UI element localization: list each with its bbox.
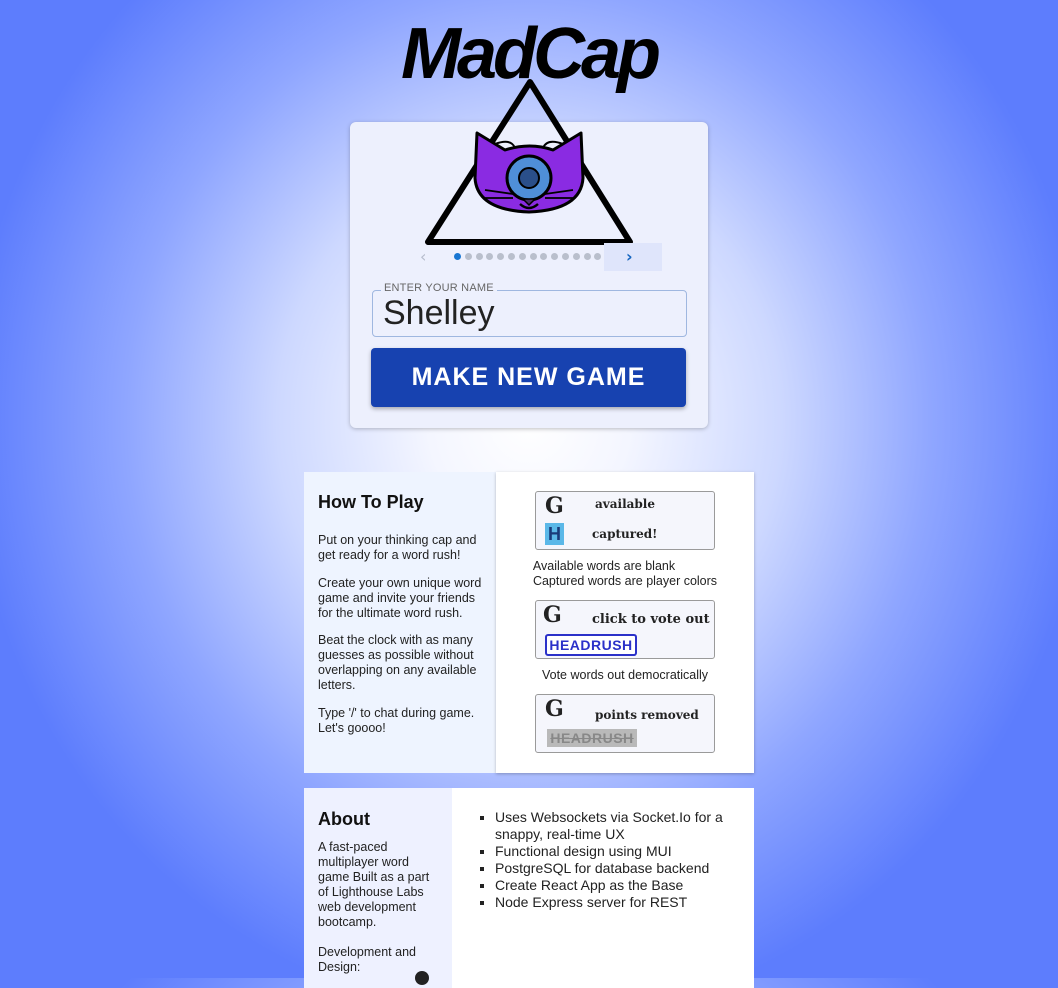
list-item: Functional design using MUI	[495, 843, 755, 860]
carousel-dot[interactable]	[475, 253, 483, 260]
carousel-dot[interactable]	[507, 253, 515, 260]
name-input[interactable]	[383, 293, 673, 333]
how-to-play-paragraph: Put on your thinking cap and get ready f…	[318, 533, 477, 562]
carousel-dots	[454, 253, 605, 261]
carousel-dot[interactable]	[594, 253, 602, 260]
list-item: Create React App as the Base	[495, 877, 755, 894]
chevron-left-icon[interactable]: ‹	[420, 247, 426, 267]
captured-tile: H	[545, 523, 564, 545]
demo2-caption: Vote words out democratically	[541, 668, 709, 682]
demo-vote-text: click to vote out	[592, 612, 710, 627]
carousel-dot[interactable]	[518, 253, 526, 260]
carousel-dot[interactable]	[486, 253, 494, 260]
list-item: Node Express server for REST	[495, 894, 755, 911]
features-list: Uses Websockets via Socket.Io for a snap…	[477, 809, 755, 911]
how-to-play-paragraph: Beat the clock with as many guesses as p…	[318, 633, 477, 692]
cursor-glyph-icon: G	[543, 602, 562, 628]
carousel-dot[interactable]	[454, 253, 461, 260]
carousel-dot[interactable]	[529, 253, 537, 260]
list-item: PostgreSQL for database backend	[495, 860, 755, 877]
cursor-glyph-icon: G	[545, 696, 564, 722]
demo-points-text: points removed	[595, 708, 699, 722]
how-to-play-title: How To Play	[318, 492, 424, 512]
removed-word-tile: HEADRUSH	[547, 729, 637, 747]
cyclops-cat-triangle-icon[interactable]	[425, 78, 635, 248]
next-button-bg	[604, 243, 662, 271]
make-new-game-button[interactable]: MAKE NEW GAME	[371, 348, 686, 407]
demo1-caption-1: Available words are blank	[532, 559, 676, 573]
about-dev-label: Development and Design:	[318, 945, 416, 974]
demo-vote-out: G click to vote out HEADRUSH	[535, 600, 715, 659]
cat-head	[473, 131, 585, 214]
carousel-dot[interactable]	[540, 253, 548, 260]
about-title: About	[318, 809, 370, 829]
carousel-dot[interactable]	[572, 253, 580, 260]
list-item: Uses Websockets via Socket.Io for a snap…	[495, 809, 755, 843]
demo1-caption-2: Captured words are player colors	[532, 574, 718, 588]
avatar-carousel: ‹ ›	[414, 243, 662, 271]
github-icon[interactable]	[415, 971, 429, 985]
about-description: A fast-paced multiplayer word game Built…	[318, 840, 430, 929]
carousel-dot[interactable]	[561, 253, 569, 260]
demo-points-removed: G points removed HEADRUSH	[535, 694, 715, 753]
carousel-dot[interactable]	[583, 253, 591, 260]
carousel-dot[interactable]	[464, 253, 472, 260]
carousel-dot[interactable]	[497, 253, 505, 260]
vote-word-tile: HEADRUSH	[545, 634, 637, 656]
how-to-play-paragraph: Type '/' to chat during game. Let's gooo…	[318, 706, 475, 735]
carousel-dot[interactable]	[551, 253, 559, 260]
demo-available-captured: G available H captured!	[535, 491, 715, 550]
demo-captured-text: captured!	[592, 527, 658, 541]
how-to-play-paragraph: Create your own unique word game and inv…	[318, 576, 482, 620]
cursor-glyph-icon: G	[545, 493, 564, 519]
demo-available-text: available	[595, 497, 655, 511]
chevron-right-icon[interactable]: ›	[626, 247, 633, 267]
